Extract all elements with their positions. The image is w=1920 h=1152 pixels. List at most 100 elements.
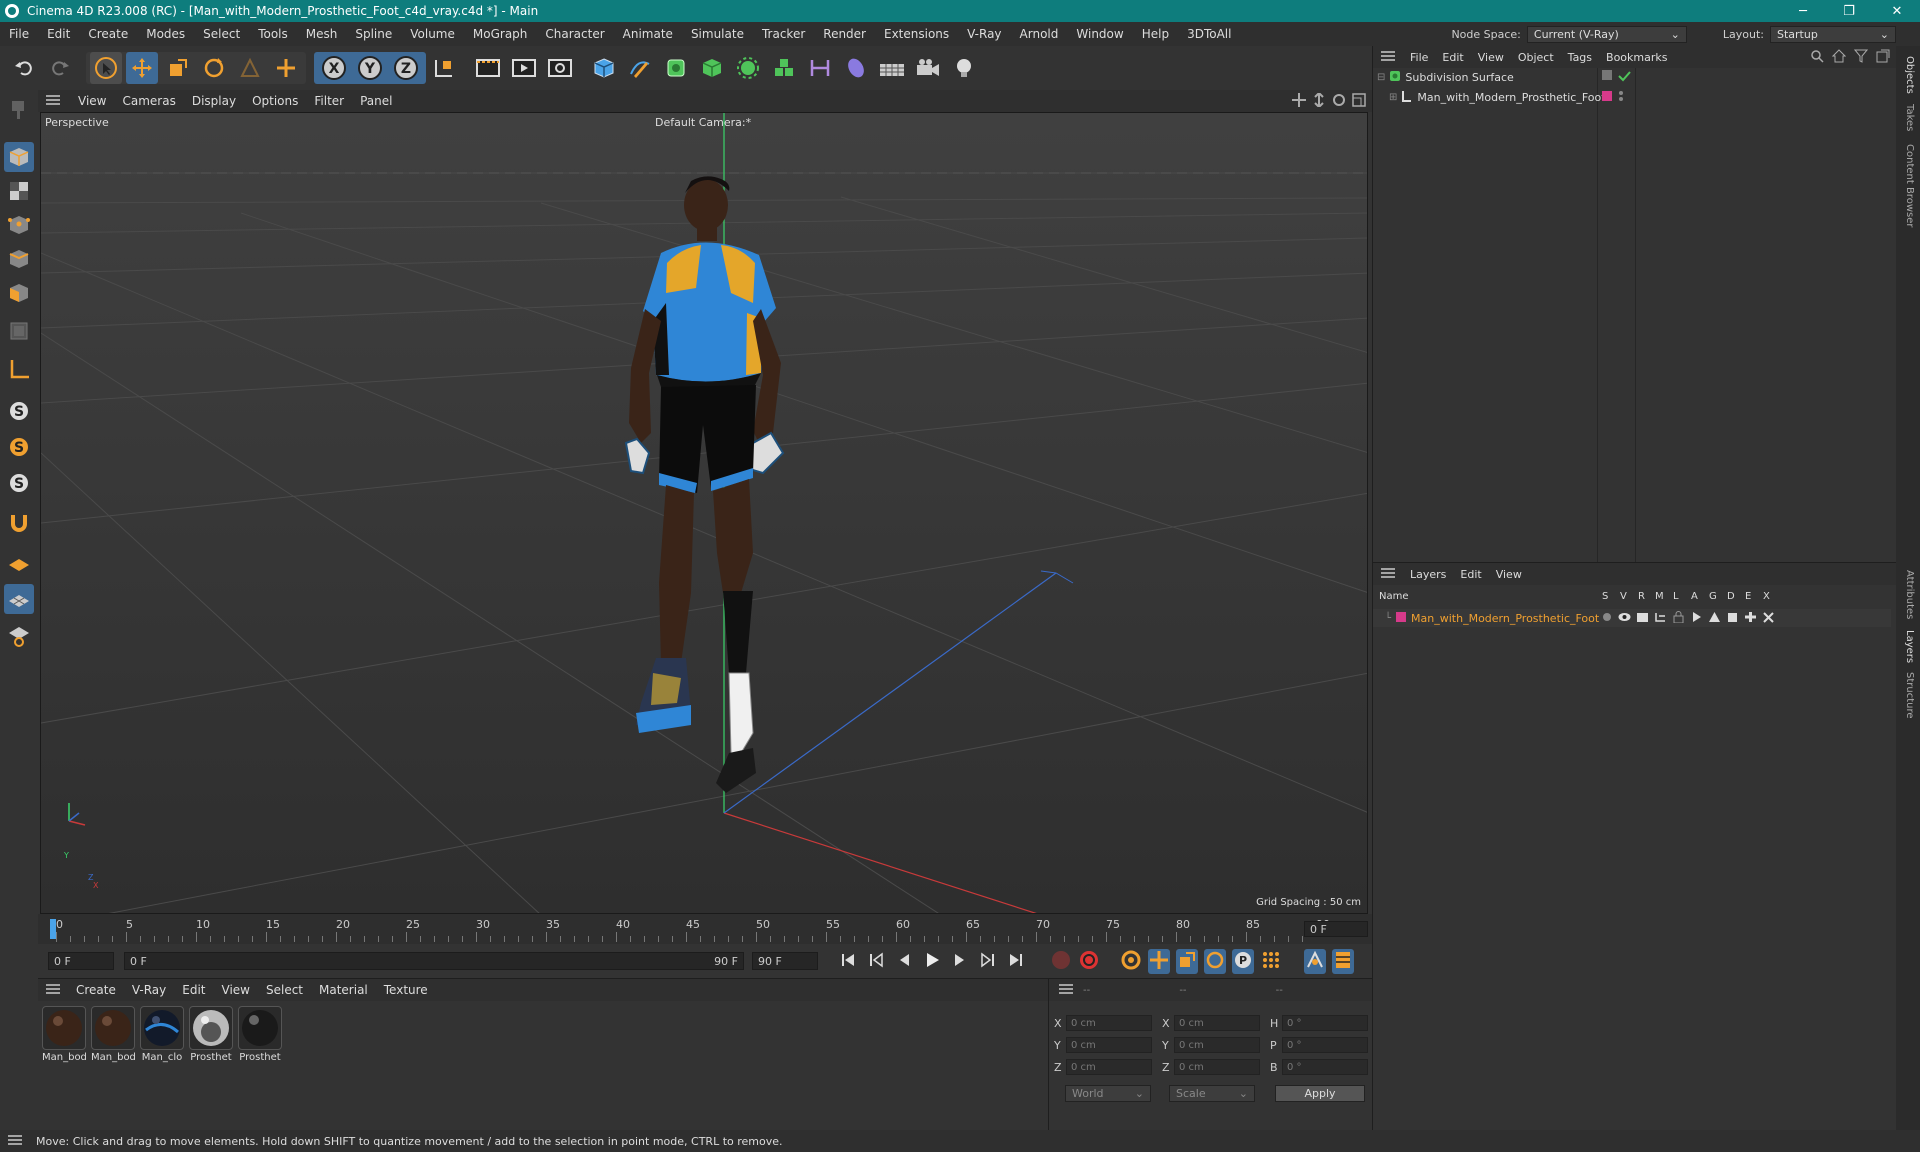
zoom-view-icon[interactable] (1312, 91, 1326, 110)
column-visible[interactable]: V (1620, 591, 1627, 602)
tab-content-browser[interactable]: Content Browser (1904, 144, 1915, 227)
column-solo[interactable]: S (1602, 591, 1608, 602)
render-to-picture-viewer-icon[interactable] (508, 52, 540, 84)
menu-select[interactable]: Select (194, 27, 249, 41)
expand-icon[interactable]: ⊞ (1389, 92, 1397, 103)
menu-edit[interactable]: Edit (38, 27, 79, 41)
current-frame-field[interactable]: 0 F (1304, 921, 1368, 937)
snap-settings-icon[interactable]: S (4, 432, 34, 462)
column-deformers[interactable]: D (1727, 591, 1735, 602)
fracture-icon[interactable] (768, 52, 800, 84)
object-menu-view[interactable]: View (1471, 51, 1511, 64)
menu-window[interactable]: Window (1067, 27, 1132, 41)
go-to-start-icon[interactable] (838, 950, 858, 973)
rotation-p-field[interactable]: 0 ° (1282, 1037, 1368, 1053)
position-x-field[interactable]: 0 cm (1066, 1015, 1152, 1031)
uv-mode-icon[interactable] (4, 316, 34, 346)
scale-tool-icon[interactable] (162, 52, 194, 84)
axis-mode-icon[interactable] (4, 354, 34, 384)
menu-render[interactable]: Render (814, 27, 875, 41)
menu-simulate[interactable]: Simulate (682, 27, 753, 41)
timeline-dopesheet-icon[interactable] (1332, 948, 1354, 974)
hamburger-icon[interactable] (1381, 50, 1395, 65)
autokey-icon[interactable] (1078, 949, 1100, 974)
camera-label[interactable]: Default Camera:* (655, 116, 751, 129)
array-generator-icon[interactable] (696, 52, 728, 84)
viewport-menu-options[interactable]: Options (244, 94, 306, 108)
orbit-view-icon[interactable] (1332, 93, 1346, 110)
generator-icon[interactable] (1708, 611, 1721, 626)
object-menu-tags[interactable]: Tags (1561, 51, 1599, 64)
menu-mesh[interactable]: Mesh (297, 27, 347, 41)
object-row-subdivision[interactable]: ⊟ Subdivision Surface (1373, 68, 1891, 86)
maximize-view-icon[interactable] (1352, 93, 1366, 110)
layer-menu-edit[interactable]: Edit (1453, 568, 1488, 581)
light-icon[interactable] (948, 52, 980, 84)
object-menu-bookmarks[interactable]: Bookmarks (1599, 51, 1674, 64)
material-menu-material[interactable]: Material (311, 983, 376, 997)
xref-icon[interactable] (1762, 611, 1775, 626)
viewport-menu-cameras[interactable]: Cameras (114, 94, 183, 108)
minimize-button[interactable]: ─ (1780, 0, 1826, 22)
menu-volume[interactable]: Volume (401, 27, 464, 41)
enable-check-icon[interactable] (1617, 69, 1633, 86)
menu-help[interactable]: Help (1133, 27, 1178, 41)
cube-primitive-icon[interactable] (588, 52, 620, 84)
apply-button[interactable]: Apply (1275, 1085, 1365, 1102)
tab-structure[interactable]: Structure (1904, 672, 1915, 719)
rotation-h-field[interactable]: 0 ° (1282, 1015, 1368, 1031)
menu-character[interactable]: Character (536, 27, 613, 41)
previous-frame-icon[interactable] (894, 950, 914, 973)
menu-create[interactable]: Create (79, 27, 137, 41)
hamburger-icon[interactable] (1059, 983, 1073, 998)
column-expressions[interactable]: E (1745, 591, 1751, 602)
magnet-tool-icon[interactable] (4, 508, 34, 538)
polygon-mode-icon[interactable] (4, 278, 34, 308)
layer-menu-view[interactable]: View (1489, 568, 1529, 581)
menu-spline[interactable]: Spline (346, 27, 401, 41)
close-button[interactable]: ✕ (1874, 0, 1920, 22)
texture-mode-icon[interactable] (4, 176, 34, 206)
point-mode-icon[interactable] (4, 210, 34, 240)
rotation-key-icon[interactable] (1204, 948, 1226, 974)
size-y-field[interactable]: 0 cm (1174, 1037, 1260, 1053)
lock-icon[interactable] (1672, 610, 1685, 626)
column-xref[interactable]: X (1763, 591, 1770, 602)
viewport-menu-display[interactable]: Display (184, 94, 244, 108)
menu-extensions[interactable]: Extensions (875, 27, 958, 41)
spline-pen-icon[interactable] (624, 52, 656, 84)
snap-enable-icon[interactable]: S (4, 396, 34, 426)
node-space-dropdown[interactable]: Current (V-Ray) ⌄ (1526, 25, 1687, 43)
material-menu-edit[interactable]: Edit (174, 983, 213, 997)
render-settings-icon[interactable] (544, 52, 576, 84)
next-frame-icon[interactable] (950, 950, 970, 973)
material-menu-create[interactable]: Create (68, 983, 124, 997)
viewport-menu-view[interactable]: View (70, 94, 114, 108)
material-swatch[interactable]: Man_clo (140, 1006, 184, 1063)
menu-arnold[interactable]: Arnold (1011, 27, 1068, 41)
keyframe-selection-icon[interactable] (1120, 949, 1142, 974)
undo-button[interactable] (8, 52, 40, 84)
layer-menu-layers[interactable]: Layers (1403, 568, 1453, 581)
search-icon[interactable] (1810, 49, 1824, 66)
workplane-snap-icon[interactable]: S (4, 468, 34, 498)
parameter-key-icon[interactable]: P (1232, 948, 1254, 974)
rotation-b-field[interactable]: 0 ° (1282, 1059, 1368, 1075)
menu-modes[interactable]: Modes (137, 27, 194, 41)
tab-takes[interactable]: Takes (1904, 104, 1915, 131)
maximize-button[interactable]: ❐ (1826, 0, 1872, 22)
timeline-ruler[interactable]: 051015202530354045505560657075808590 0 F (38, 914, 1372, 944)
locked-workplane-icon[interactable] (4, 620, 34, 650)
hamburger-icon[interactable] (1381, 567, 1395, 582)
y-axis-lock-icon[interactable]: Y (354, 52, 386, 84)
column-render[interactable]: R (1638, 591, 1645, 602)
solo-dot-icon[interactable] (1601, 611, 1613, 626)
eye-icon[interactable] (1618, 611, 1631, 626)
material-swatch[interactable]: Man_bod (91, 1006, 135, 1063)
playhead-marker[interactable] (50, 919, 56, 939)
material-menu-vray[interactable]: V-Ray (124, 983, 174, 997)
viewport-menu-panel[interactable]: Panel (352, 94, 400, 108)
deformer-icon[interactable] (1726, 611, 1739, 626)
subdivision-generator-icon[interactable] (660, 52, 692, 84)
home-icon[interactable] (1831, 48, 1847, 66)
